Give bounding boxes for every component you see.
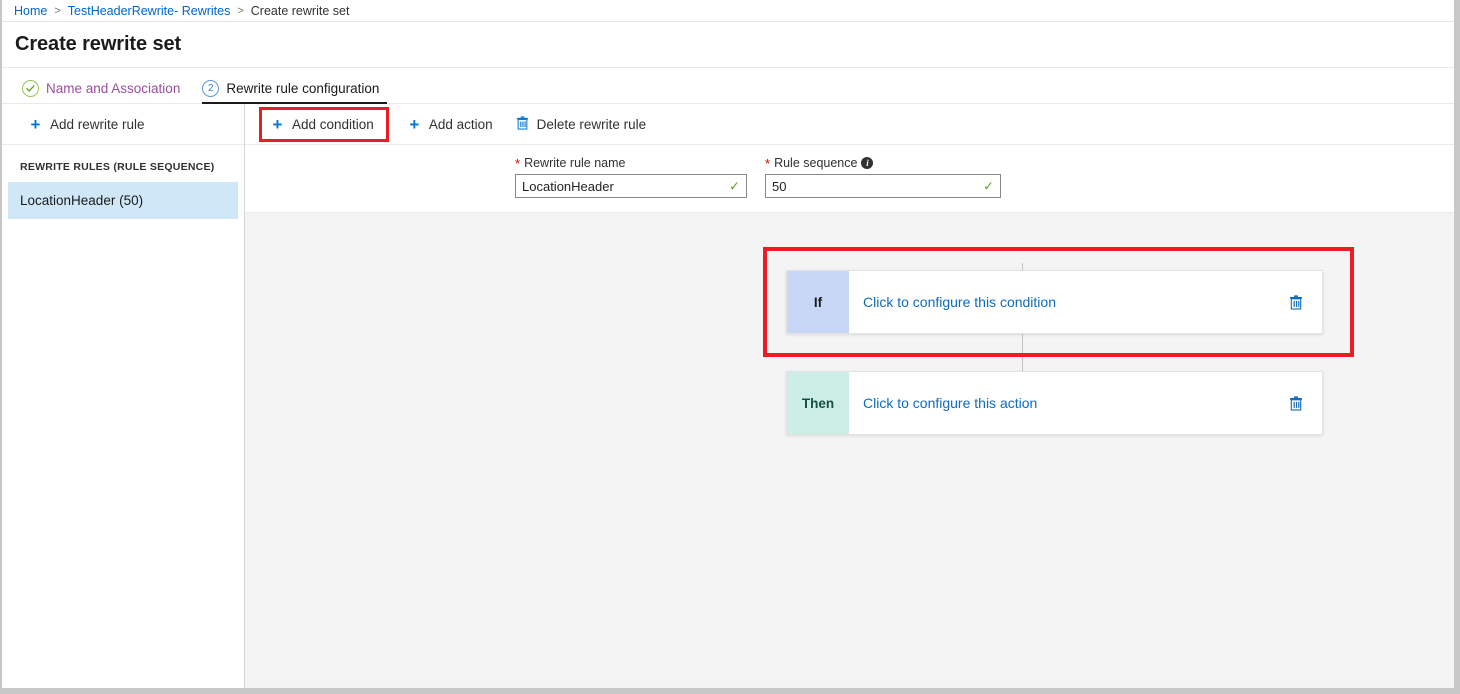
rail-toolbar: + Add rewrite rule [2,104,244,145]
condition-card[interactable]: If Click to configure this condition [786,270,1323,334]
trash-icon [515,116,530,132]
action-badge: Then [787,372,849,434]
rule-sequence-input-wrap: ✓ [765,174,1001,198]
tab-rewrite-rule-configuration[interactable]: 2 Rewrite rule configuration [202,73,387,103]
breadcrumb-item-current: Create rewrite set [251,4,350,18]
tab-name-and-association[interactable]: Name and Association [22,73,188,103]
blade-body: + Add rewrite rule REWRITE RULES (RULE S… [2,104,1454,688]
rule-properties-form: * Rewrite rule name ✓ * Rule sequence i [245,145,1454,213]
rule-sequence-field: * Rule sequence i ✓ [765,156,1001,198]
breadcrumb: Home > TestHeaderRewrite- Rewrites > Cre… [2,0,1454,22]
delete-rewrite-rule-label: Delete rewrite rule [537,117,647,132]
rule-sequence-label: * Rule sequence i [765,156,1001,170]
delete-condition-button[interactable] [1270,271,1322,333]
page-title: Create rewrite set [15,33,181,56]
breadcrumb-item-rewrites[interactable]: TestHeaderRewrite- Rewrites [68,4,231,18]
required-marker: * [515,157,520,170]
rule-sequence-input[interactable] [765,174,1001,198]
rewrite-rules-section-header: REWRITE RULES (RULE SEQUENCE) [2,145,244,182]
rule-canvas: If Click to configure this condition [245,213,1454,688]
trash-icon [1289,295,1303,310]
breadcrumb-separator-icon: > [237,5,243,17]
breadcrumb-item-home[interactable]: Home [14,4,47,18]
check-circle-icon [22,80,39,97]
delete-rewrite-rule-button[interactable]: Delete rewrite rule [511,113,651,135]
rule-item-label: LocationHeader (50) [20,193,143,208]
rewrite-rule-name-input-wrap: ✓ [515,174,747,198]
delete-action-button[interactable] [1270,372,1322,434]
page-title-bar: Create rewrite set [2,22,1454,68]
rewrite-rules-rail: + Add rewrite rule REWRITE RULES (RULE S… [2,104,245,688]
list-item[interactable]: LocationHeader (50) [8,182,238,219]
step-number-badge: 2 [202,80,219,97]
tab-label: Rewrite rule configuration [226,81,379,96]
required-marker: * [765,157,770,170]
field-label-text: Rule sequence [774,156,857,170]
field-label-text: Rewrite rule name [524,156,625,170]
trash-icon [1289,396,1303,411]
rewrite-rule-name-label: * Rewrite rule name [515,156,747,170]
rule-editor-pane: + Add condition + Add action [245,104,1454,688]
plus-icon: + [407,116,422,133]
configure-condition-link[interactable]: Click to configure this condition [849,271,1270,333]
configure-action-link[interactable]: Click to configure this action [849,372,1270,434]
add-condition-label: Add condition [292,117,374,132]
add-action-button[interactable]: + Add action [403,113,497,136]
rule-editor-toolbar: + Add condition + Add action [245,104,1454,145]
add-condition-highlight: + Add condition [259,107,389,142]
breadcrumb-separator-icon: > [54,5,60,17]
plus-icon: + [28,116,43,133]
action-card[interactable]: Then Click to configure this action [786,371,1323,435]
plus-icon: + [270,116,285,133]
rewrite-rule-name-field: * Rewrite rule name ✓ [515,156,747,198]
add-condition-button[interactable]: + Add condition [266,113,378,136]
tab-label: Name and Association [46,81,180,96]
add-rewrite-rule-button[interactable]: + Add rewrite rule [24,113,149,136]
wizard-tabs: Name and Association 2 Rewrite rule conf… [2,68,1454,104]
create-rewrite-set-blade: Home > TestHeaderRewrite- Rewrites > Cre… [0,0,1460,694]
rewrite-rules-list: LocationHeader (50) [2,182,244,219]
add-action-label: Add action [429,117,493,132]
add-rewrite-rule-label: Add rewrite rule [50,117,145,132]
info-icon[interactable]: i [861,157,873,169]
rewrite-rule-name-input[interactable] [515,174,747,198]
condition-badge: If [787,271,849,333]
